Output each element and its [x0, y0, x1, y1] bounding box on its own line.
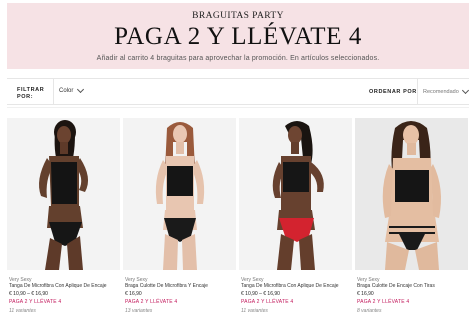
sort-dropdown[interactable]: Recomendado [423, 86, 469, 95]
product-price: € 16,90 [125, 291, 142, 297]
product-image[interactable] [7, 118, 120, 270]
color-filter-label: Color [59, 88, 74, 94]
product-name[interactable]: Tanga De Microfibra Con Aplique De Encaj… [9, 283, 120, 290]
color-filter-dropdown[interactable]: Color [59, 85, 85, 94]
product-price: € 10,90 – € 16,90 [9, 291, 48, 297]
product-image[interactable] [239, 118, 352, 270]
product-card[interactable]: Very Sexy Braga Culotte De Encaje Con Ti… [355, 118, 468, 316]
promo-badge: PAGA 2 Y LLÉVATE 4 [125, 299, 178, 305]
sort-label: ORDENAR POR [369, 89, 417, 95]
variant-count: 11 variantes [9, 308, 36, 314]
promo-badge: PAGA 2 Y LLÉVATE 4 [357, 299, 410, 305]
sort-divider [417, 79, 418, 104]
product-image[interactable] [123, 118, 236, 270]
product-price: € 16,90 [357, 291, 374, 297]
variant-count: 13 variantes [125, 308, 153, 314]
divider [7, 107, 469, 108]
filter-bar: FILTRAR POR: Color ORDENAR POR Recomenda… [7, 78, 469, 105]
variant-count: 8 variantes [357, 308, 382, 314]
chevron-down-icon [77, 85, 85, 94]
filter-label: FILTRAR POR: [17, 87, 45, 100]
chevron-down-icon [461, 86, 469, 95]
banner-eyebrow: BRAGUITAS PARTY [192, 11, 284, 21]
filter-divider [53, 79, 54, 104]
product-name[interactable]: Braga Culotte De Encaje Con Tiras [357, 283, 468, 290]
product-image[interactable] [355, 118, 468, 270]
product-name[interactable]: Tanga De Microfibra Con Aplique De Encaj… [241, 283, 352, 290]
product-card[interactable]: Very Sexy Tanga De Microfibra Con Apliqu… [239, 118, 352, 316]
product-card[interactable]: Very Sexy Tanga De Microfibra Con Apliqu… [7, 118, 120, 316]
promo-badge: PAGA 2 Y LLÉVATE 4 [9, 299, 62, 305]
product-card[interactable]: Very Sexy Braga Culotte De Microfibra Y … [123, 118, 236, 316]
promo-banner: BRAGUITAS PARTY PAGA 2 Y LLÉVATE 4 Añadi… [7, 3, 469, 69]
product-price: € 10,90 – € 16,90 [241, 291, 280, 297]
variant-count: 11 variantes [241, 308, 268, 314]
product-name[interactable]: Braga Culotte De Microfibra Y Encaje [125, 283, 236, 290]
promo-badge: PAGA 2 Y LLÉVATE 4 [241, 299, 294, 305]
banner-subtitle: Añadir al carrito 4 braguitas para aprov… [96, 55, 380, 62]
sort-value: Recomendado [423, 89, 459, 95]
banner-headline: PAGA 2 Y LLÉVATE 4 [114, 23, 362, 50]
